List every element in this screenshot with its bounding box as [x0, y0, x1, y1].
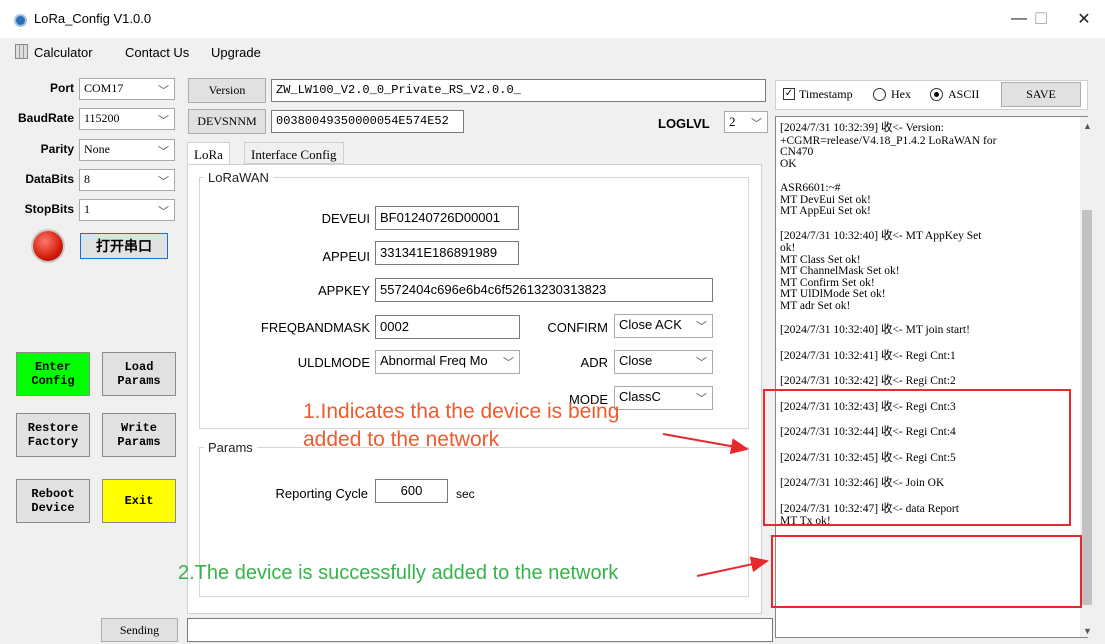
arrow-to-registration-icon: [662, 433, 749, 455]
annotation-arrows: [662, 433, 769, 577]
arrow-to-join-ok-icon: [696, 556, 769, 577]
